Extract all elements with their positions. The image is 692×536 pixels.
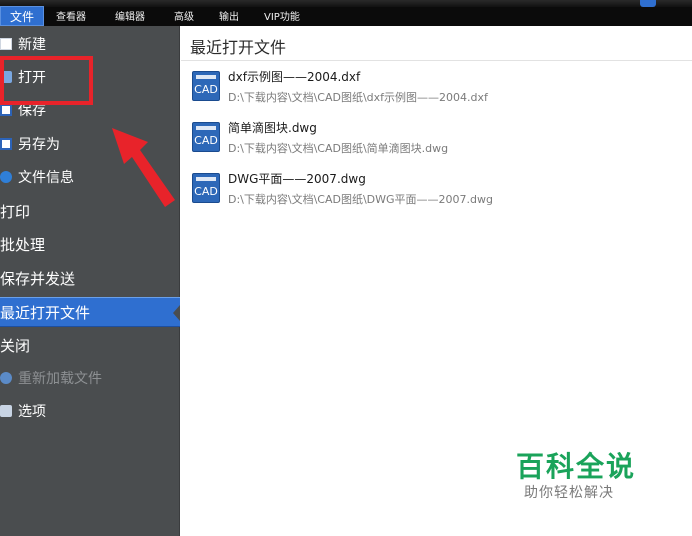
- sidebar-item-label: 另存为: [18, 137, 60, 153]
- watermark-tagline: 助你轻松解决: [524, 485, 614, 501]
- menu-viewer[interactable]: 查看器: [56, 8, 86, 23]
- reload-icon: [0, 372, 12, 384]
- sidebar-item-label: 重新加载文件: [18, 371, 102, 387]
- sidebar-item-options[interactable]: 选项: [0, 397, 180, 427]
- selection-notch: [173, 305, 180, 321]
- file-path: D:\下载内容\文档\CAD图纸\简单滴图块.dwg: [228, 142, 449, 155]
- app-window: 文件 查看器 编辑器 高级 输出 VIP功能 新建 打开 保存 另存为 文件信息…: [0, 0, 692, 536]
- file-info-icon: [0, 171, 12, 183]
- menu-advanced[interactable]: 高级: [174, 8, 194, 23]
- title-divider: [181, 60, 692, 61]
- menu-file[interactable]: 文件: [0, 6, 44, 26]
- file-path: D:\下载内容\文档\CAD图纸\dxf示例图——2004.dxf: [228, 91, 488, 104]
- sidebar-item-label: 文件信息: [18, 170, 74, 186]
- menu-editor[interactable]: 编辑器: [115, 8, 145, 23]
- window-control-button[interactable]: [640, 0, 656, 7]
- page-title: 最近打开文件: [190, 38, 287, 57]
- menu-output[interactable]: 输出: [219, 8, 239, 23]
- sidebar-item-save-as[interactable]: 另存为: [0, 130, 180, 160]
- sidebar-item-batch[interactable]: 批处理: [0, 230, 180, 260]
- sidebar-item-label: 最近打开文件: [0, 304, 91, 322]
- recent-file-item[interactable]: CAD dxf示例图——2004.dxf D:\下载内容\文档\CAD图纸\dx…: [181, 66, 692, 114]
- cad-file-icon: CAD: [192, 122, 220, 152]
- sidebar-item-print[interactable]: 打印: [0, 197, 180, 227]
- file-path: D:\下载内容\文档\CAD图纸\DWG平面——2007.dwg: [228, 193, 493, 206]
- recent-file-item[interactable]: CAD 简单滴图块.dwg D:\下载内容\文档\CAD图纸\简单滴图块.dwg: [181, 117, 692, 165]
- title-strip: [0, 0, 692, 7]
- options-wrench-icon: [0, 405, 12, 417]
- file-name: DWG平面——2007.dwg: [228, 172, 366, 186]
- save-as-icon: [0, 138, 12, 150]
- file-name: dxf示例图——2004.dxf: [228, 70, 361, 84]
- annotation-highlight-box: [0, 56, 93, 105]
- sidebar-item-save-and-send[interactable]: 保存并发送: [0, 264, 180, 294]
- sidebar-item-reload: 重新加载文件: [0, 364, 180, 394]
- save-icon: [0, 104, 12, 116]
- sidebar-item-label: 保存: [18, 103, 46, 119]
- new-document-icon: [0, 38, 12, 50]
- menu-vip[interactable]: VIP功能: [264, 8, 300, 23]
- cad-file-icon: CAD: [192, 173, 220, 203]
- sidebar-item-label: 新建: [18, 37, 46, 53]
- sidebar-item-label: 选项: [18, 404, 46, 420]
- menu-bar: 文件 查看器 编辑器 高级 输出 VIP功能: [0, 0, 692, 26]
- sidebar-item-file-info[interactable]: 文件信息: [0, 163, 180, 193]
- sidebar-item-close[interactable]: 关闭: [0, 331, 180, 361]
- file-name: 简单滴图块.dwg: [228, 121, 317, 135]
- sidebar-item-recent-files[interactable]: 最近打开文件: [0, 297, 180, 327]
- watermark-logo: 百科全说: [516, 450, 637, 483]
- cad-file-icon: CAD: [192, 71, 220, 101]
- recent-file-item[interactable]: CAD DWG平面——2007.dwg D:\下载内容\文档\CAD图纸\DWG…: [181, 168, 692, 216]
